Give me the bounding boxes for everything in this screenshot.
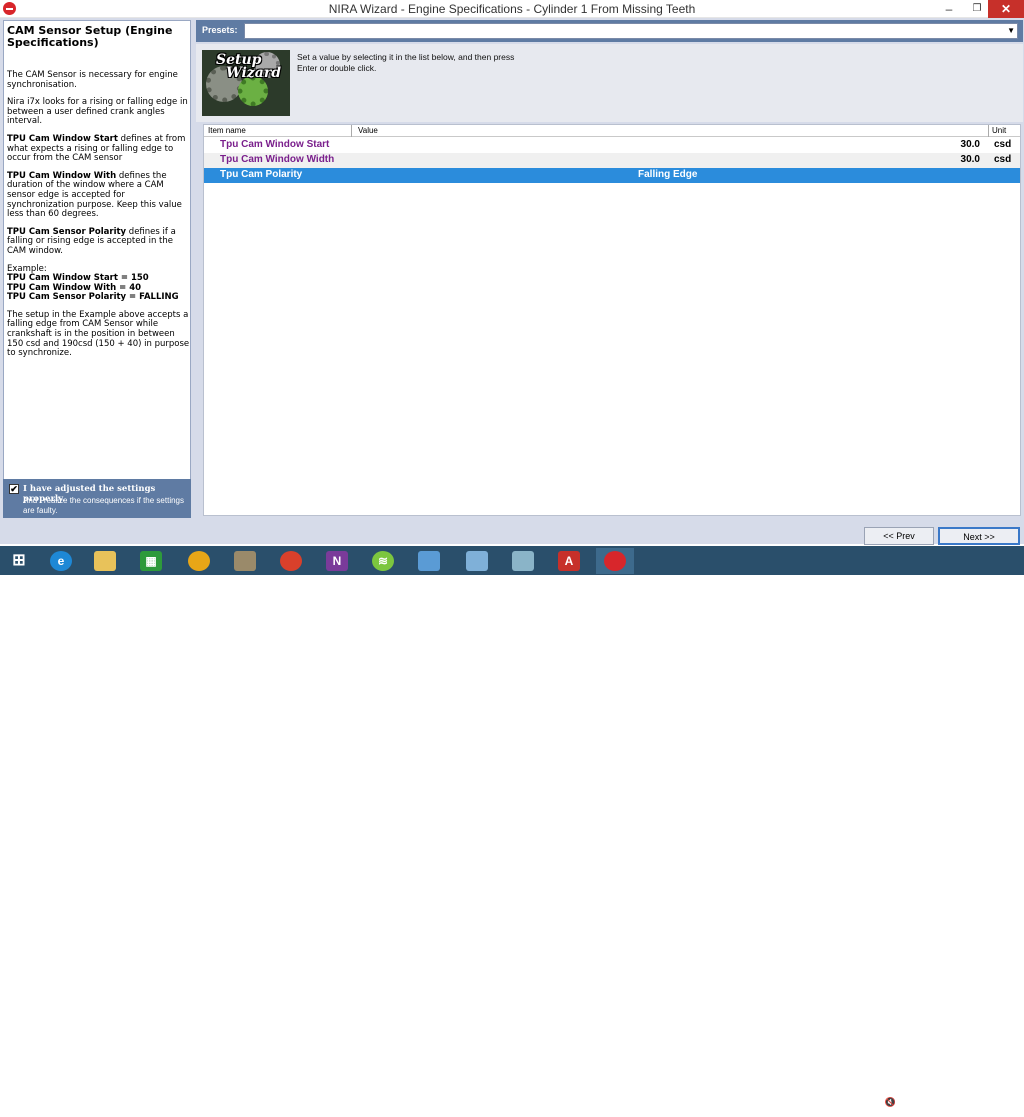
column-header-unit[interactable]: Unit xyxy=(992,126,1006,135)
internet-explorer-icon[interactable]: e xyxy=(42,548,80,574)
wizard-instructions: Set a value by selecting it in the list … xyxy=(297,52,515,73)
chrome-canary-icon[interactable] xyxy=(180,548,218,574)
help-example: Example: TPU Cam Window Start = 150 TPU … xyxy=(7,263,179,303)
presets-bar: Presets: ▼ xyxy=(196,20,1023,42)
title-bar: NIRA Wizard - Engine Specifications - Cy… xyxy=(0,0,1024,18)
help-panel: CAM Sensor Setup (Engine Specifications)… xyxy=(3,20,191,518)
grid-row-cam-window-width[interactable]: Tpu Cam Window Width 30.0 csd xyxy=(204,153,1020,168)
window-title: NIRA Wizard - Engine Specifications - Cy… xyxy=(328,2,696,16)
next-button[interactable]: Next >> xyxy=(938,527,1020,545)
help-text: The CAM Sensor is necessary for engine s… xyxy=(7,70,190,367)
grid-row-cam-window-start[interactable]: Tpu Cam Window Start 30.0 csd xyxy=(204,138,1020,153)
close-button[interactable]: ✕ xyxy=(988,0,1024,18)
notes-icon[interactable] xyxy=(504,548,542,574)
nira-app-icon[interactable] xyxy=(596,548,634,574)
clock-date: 18.11.2014 xyxy=(969,1106,1011,1116)
restore-button[interactable]: ❐ xyxy=(964,0,990,18)
system-tray[interactable]: ⌃ 🔇 ▯ ◂) xyxy=(872,1097,918,1108)
help-paragraph: TPU Cam Window Start defines at from wha… xyxy=(7,133,186,164)
item-unit: csd xyxy=(994,154,1012,165)
acknowledge-subtext: And I realize the consequences if the se… xyxy=(23,496,184,515)
grid-header: Item name Value Unit xyxy=(204,125,1020,137)
settings-grid[interactable]: Item name Value Unit Tpu Cam Window Star… xyxy=(203,124,1021,516)
item-name: Tpu Cam Window Width xyxy=(220,154,335,165)
column-divider[interactable] xyxy=(351,125,352,137)
acknowledge-box: ✔ I have adjusted the settings properly.… xyxy=(3,479,191,518)
clock-time: 21:52 xyxy=(979,1095,1001,1105)
taskbar: ⊞ e ▦ N ≋ A ⌃ 🔇 ▯ ◂) 21:52 18.11.2014 xyxy=(0,546,1024,1116)
help-paragraph: TPU Cam Sensor Polarity defines if a fal… xyxy=(7,226,176,256)
item-value: 30.0 xyxy=(960,154,980,165)
minimize-button[interactable]: – xyxy=(936,0,962,18)
remote-desktop-icon[interactable] xyxy=(410,548,448,574)
column-divider[interactable] xyxy=(988,125,989,137)
file-explorer-icon[interactable] xyxy=(86,548,124,574)
item-value: Falling Edge xyxy=(638,169,698,180)
help-paragraph: The CAM Sensor is necessary for engine s… xyxy=(7,70,178,90)
setup-wizard-logo: Setup Wizard xyxy=(202,50,290,116)
help-paragraph: Nira i7x looks for a rising or falling e… xyxy=(7,97,188,127)
help-paragraph: The setup in the Example above accepts a… xyxy=(7,309,190,359)
windows-start-icon[interactable]: ⊞ xyxy=(0,548,38,574)
photo-app-icon[interactable] xyxy=(226,548,264,574)
clock[interactable]: 21:52 18.11.2014 xyxy=(960,1095,1020,1117)
column-header-value[interactable]: Value xyxy=(358,126,378,135)
control-panel-icon[interactable] xyxy=(458,548,496,574)
help-paragraph: TPU Cam Window With defines the duration… xyxy=(7,170,182,220)
logo-text: Setup Wizard xyxy=(216,52,281,81)
store-icon[interactable]: ▦ xyxy=(132,548,170,574)
chevron-down-icon[interactable]: ▼ xyxy=(1007,26,1015,35)
presets-dropdown[interactable]: ▼ xyxy=(244,23,1018,39)
item-name: Tpu Cam Window Start xyxy=(220,139,330,150)
wizard-header: Setup Wizard Set a value by selecting it… xyxy=(196,44,1023,122)
column-header-item-name[interactable]: Item name xyxy=(208,126,246,135)
item-name: Tpu Cam Polarity xyxy=(220,169,303,180)
onenote-icon[interactable]: N xyxy=(318,548,356,574)
help-title: CAM Sensor Setup (Engine Specifications) xyxy=(7,24,173,49)
acrobat-icon[interactable]: A xyxy=(550,548,588,574)
grid-row-cam-polarity[interactable]: Tpu Cam Polarity Falling Edge xyxy=(204,168,1020,183)
presets-label: Presets: xyxy=(202,25,238,35)
item-unit: csd xyxy=(994,139,1012,150)
chrome-icon[interactable] xyxy=(272,548,310,574)
acknowledge-checkbox[interactable]: ✔ xyxy=(9,484,19,494)
prev-button[interactable]: << Prev xyxy=(864,527,934,545)
spotify-icon[interactable]: ≋ xyxy=(364,548,402,574)
item-value: 30.0 xyxy=(960,139,980,150)
